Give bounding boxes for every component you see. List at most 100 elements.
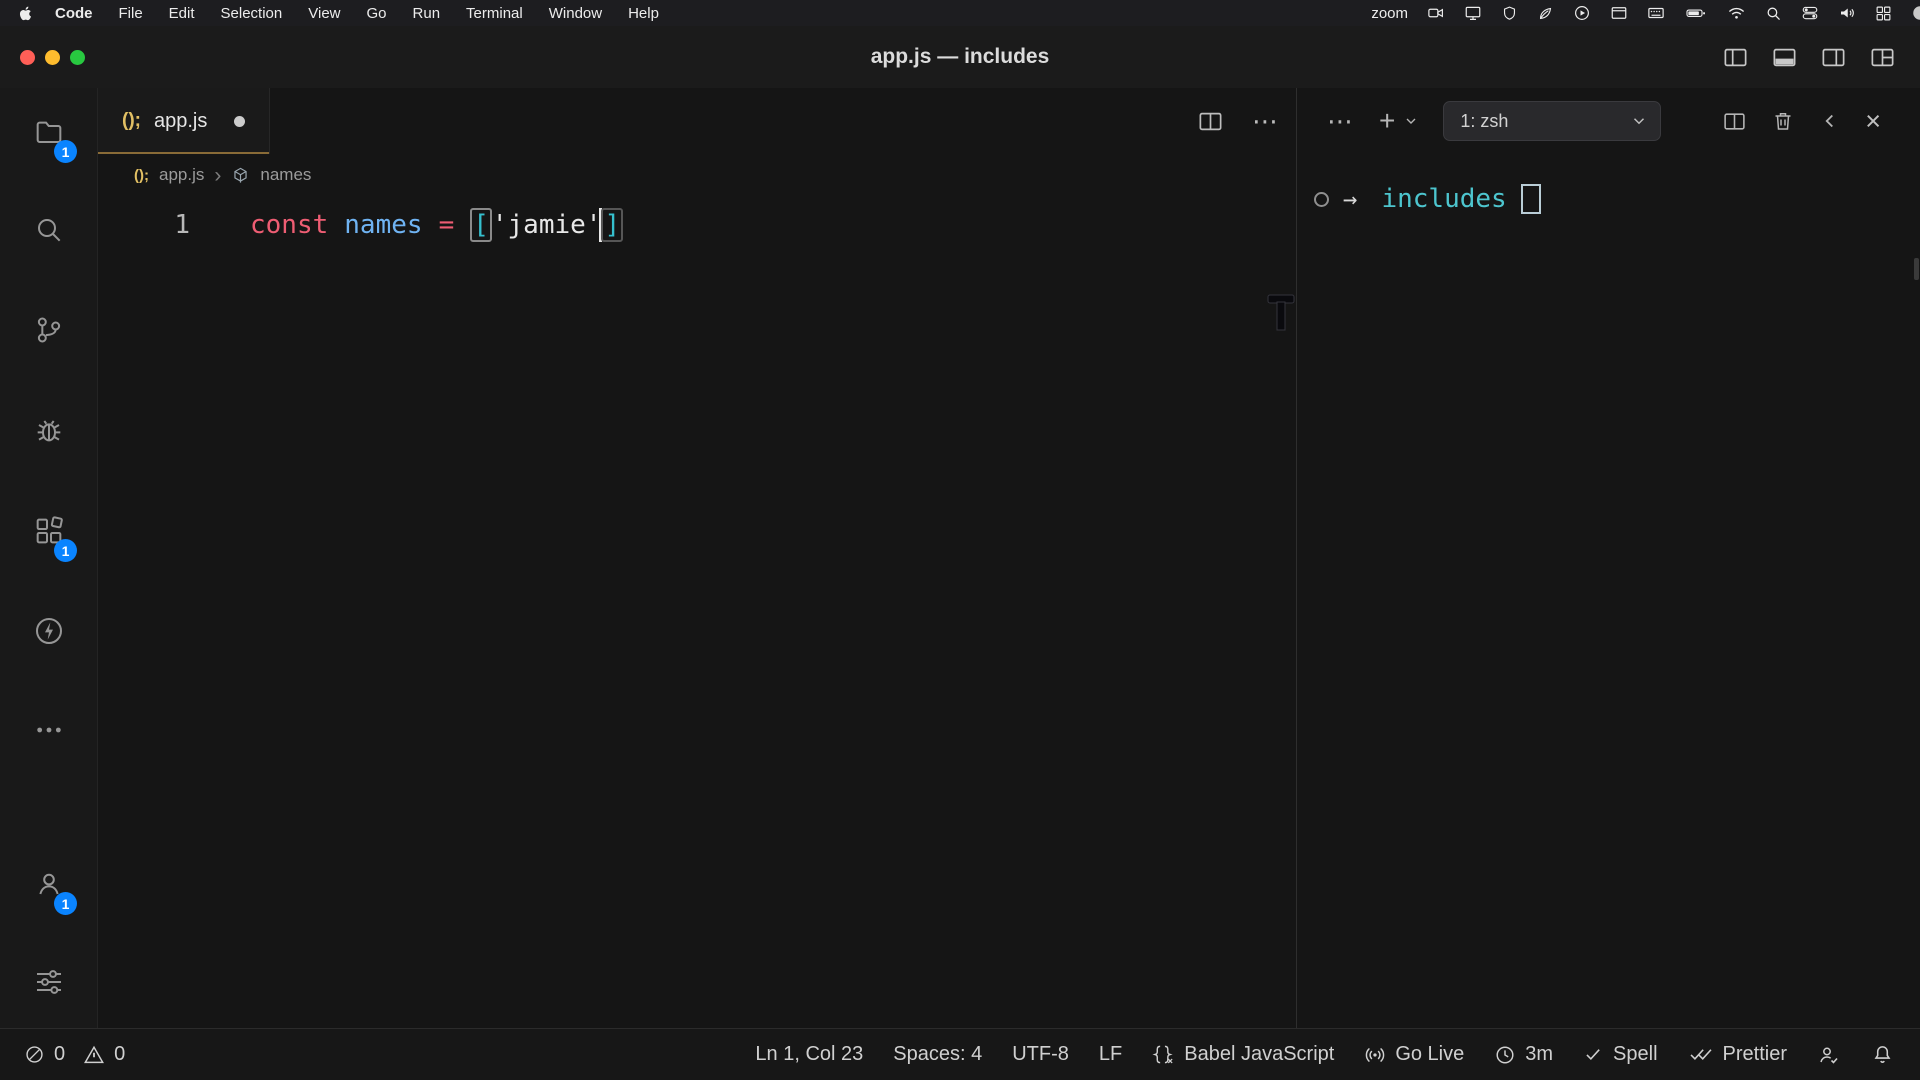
babel-braces-icon [1152,1043,1175,1066]
errors-status-item[interactable]: 0 [24,1043,65,1066]
terminal-content[interactable]: → includes [1297,154,1920,1028]
explorer-activity-button[interactable]: 1 [0,91,98,173]
modified-indicator-dot[interactable] [234,116,245,127]
timer-status-item[interactable]: 3m [1494,1043,1553,1066]
accounts-person-icon[interactable] [1817,1043,1841,1067]
wifi-icon[interactable] [1727,4,1746,23]
window-icon[interactable] [1610,4,1628,22]
spell-status-item[interactable]: Spell [1583,1043,1657,1066]
toggle-secondary-sidebar-icon[interactable] [1820,44,1847,71]
new-terminal-icon[interactable]: + [1379,107,1395,135]
macos-menu-bar: Code File Edit Selection View Go Run Ter… [0,0,1920,26]
javascript-file-icon: (); [122,110,141,132]
menubar-item-selection[interactable]: Selection [221,5,283,22]
zoom-window-button[interactable] [70,50,85,65]
minimize-window-button[interactable] [45,50,60,65]
menubar-item-view[interactable]: View [308,5,340,22]
video-camera-icon[interactable] [1427,4,1445,22]
lightning-activity-button[interactable] [0,590,98,672]
battery-icon[interactable] [1684,4,1708,22]
token-keyword: const [250,210,328,240]
encoding-status-item[interactable]: UTF-8 [1012,1043,1069,1066]
warnings-status-item[interactable]: 0 [83,1043,125,1066]
warning-triangle-icon [83,1044,105,1066]
speaker-icon[interactable] [1838,4,1856,22]
lightning-bolt-icon [33,615,65,647]
tab-appjs[interactable]: (); app.js [98,88,270,154]
new-terminal-dropdown-chevron-icon[interactable] [1403,113,1419,129]
terminal-scrollbar-thumb[interactable] [1914,258,1919,280]
notifications-bell-icon[interactable] [1871,1043,1894,1066]
token-string: 'jamie' [492,210,602,240]
cursor-position-status-item[interactable]: Ln 1, Col 23 [755,1043,863,1066]
accounts-badge: 1 [54,892,77,915]
menubar-item-file[interactable]: File [119,5,143,22]
apple-menu-icon[interactable] [16,5,33,22]
menubar-item-help[interactable]: Help [628,5,659,22]
menubar-item-go[interactable]: Go [367,5,387,22]
extensions-activity-button[interactable]: 1 [0,490,98,572]
chevron-left-icon[interactable] [1819,110,1841,132]
code-editor[interactable]: 1 const names = [ 'jamie' ] [98,196,1296,1028]
search-icon[interactable] [1765,5,1782,22]
eol-status-item[interactable]: LF [1099,1043,1122,1066]
menubar-item-window[interactable]: Window [549,5,602,22]
error-circle-slash-icon [24,1044,45,1065]
sliders-icon [33,966,65,998]
split-editor-icon[interactable] [1197,108,1224,135]
tab-bar: (); app.js ⋯ [98,88,1296,154]
panel-more-actions-icon[interactable]: ⋯ [1327,108,1353,134]
manage-settings-button[interactable] [0,941,98,1023]
shield-icon[interactable] [1501,5,1518,22]
zoom-menu-label[interactable]: zoom [1371,5,1408,22]
activity-bar: 1 1 1 [0,88,98,1028]
run-debug-activity-button[interactable] [0,390,98,472]
traffic-lights [20,26,85,88]
symbol-cube-icon [231,166,250,185]
keyboard-icon[interactable] [1647,4,1665,22]
customize-layout-icon[interactable] [1869,44,1896,71]
status-bar: 0 0 Ln 1, Col 23 Spaces: 4 UTF-8 LF Babe… [0,1028,1920,1080]
more-views-button[interactable] [0,689,98,771]
menubar-item-edit[interactable]: Edit [169,5,195,22]
token-open-bracket: [ [470,208,492,242]
kill-terminal-trash-icon[interactable] [1771,109,1795,133]
prettier-status-item[interactable]: Prettier [1688,1043,1787,1066]
menubar-item-terminal[interactable]: Terminal [466,5,523,22]
layout-controls [1722,26,1896,88]
language-mode-status-item[interactable]: Babel JavaScript [1152,1043,1334,1066]
toggle-primary-sidebar-icon[interactable] [1722,44,1749,71]
user-avatar-icon[interactable] [1911,4,1920,22]
editor-group: (); app.js ⋯ (); app.js › names 1 cons [98,88,1296,1028]
display-icon[interactable] [1464,4,1482,22]
mouse-ibeam-cursor [1266,294,1296,332]
menubar-app-name[interactable]: Code [55,5,93,22]
prettier-label: Prettier [1723,1043,1787,1066]
leaf-icon[interactable] [1537,5,1554,22]
more-actions-icon[interactable]: ⋯ [1252,108,1278,134]
breadcrumb-file[interactable]: app.js [159,165,204,185]
spaces-grid-icon[interactable] [1875,5,1892,22]
play-circle-icon[interactable] [1573,4,1591,22]
toggle-panel-icon[interactable] [1771,44,1798,71]
search-activity-button[interactable] [0,189,98,271]
go-live-status-item[interactable]: Go Live [1364,1043,1464,1066]
accounts-button[interactable]: 1 [0,843,98,925]
control-center-icon[interactable] [1801,4,1819,22]
menubar-item-run[interactable]: Run [413,5,441,22]
check-icon [1583,1044,1604,1065]
prompt-arrow-icon: → [1343,185,1357,213]
chevron-right-icon: › [214,165,221,186]
source-control-activity-button[interactable] [0,289,98,371]
terminal-picker-dropdown[interactable]: 1: zsh [1443,101,1661,141]
token-close-bracket: ] [601,208,623,242]
close-window-button[interactable] [20,50,35,65]
terminal-prompt-line: → includes [1314,182,1920,216]
indentation-status-item[interactable]: Spaces: 4 [893,1043,982,1066]
breadcrumb-symbol[interactable]: names [260,165,311,185]
breadcrumb: (); app.js › names [98,154,1296,196]
window-title-bar: app.js — includes [0,26,1920,88]
terminal-panel: ⋯ + 1: zsh × → [1296,88,1920,1028]
close-panel-icon[interactable]: × [1865,108,1881,135]
split-terminal-icon[interactable] [1722,109,1747,134]
